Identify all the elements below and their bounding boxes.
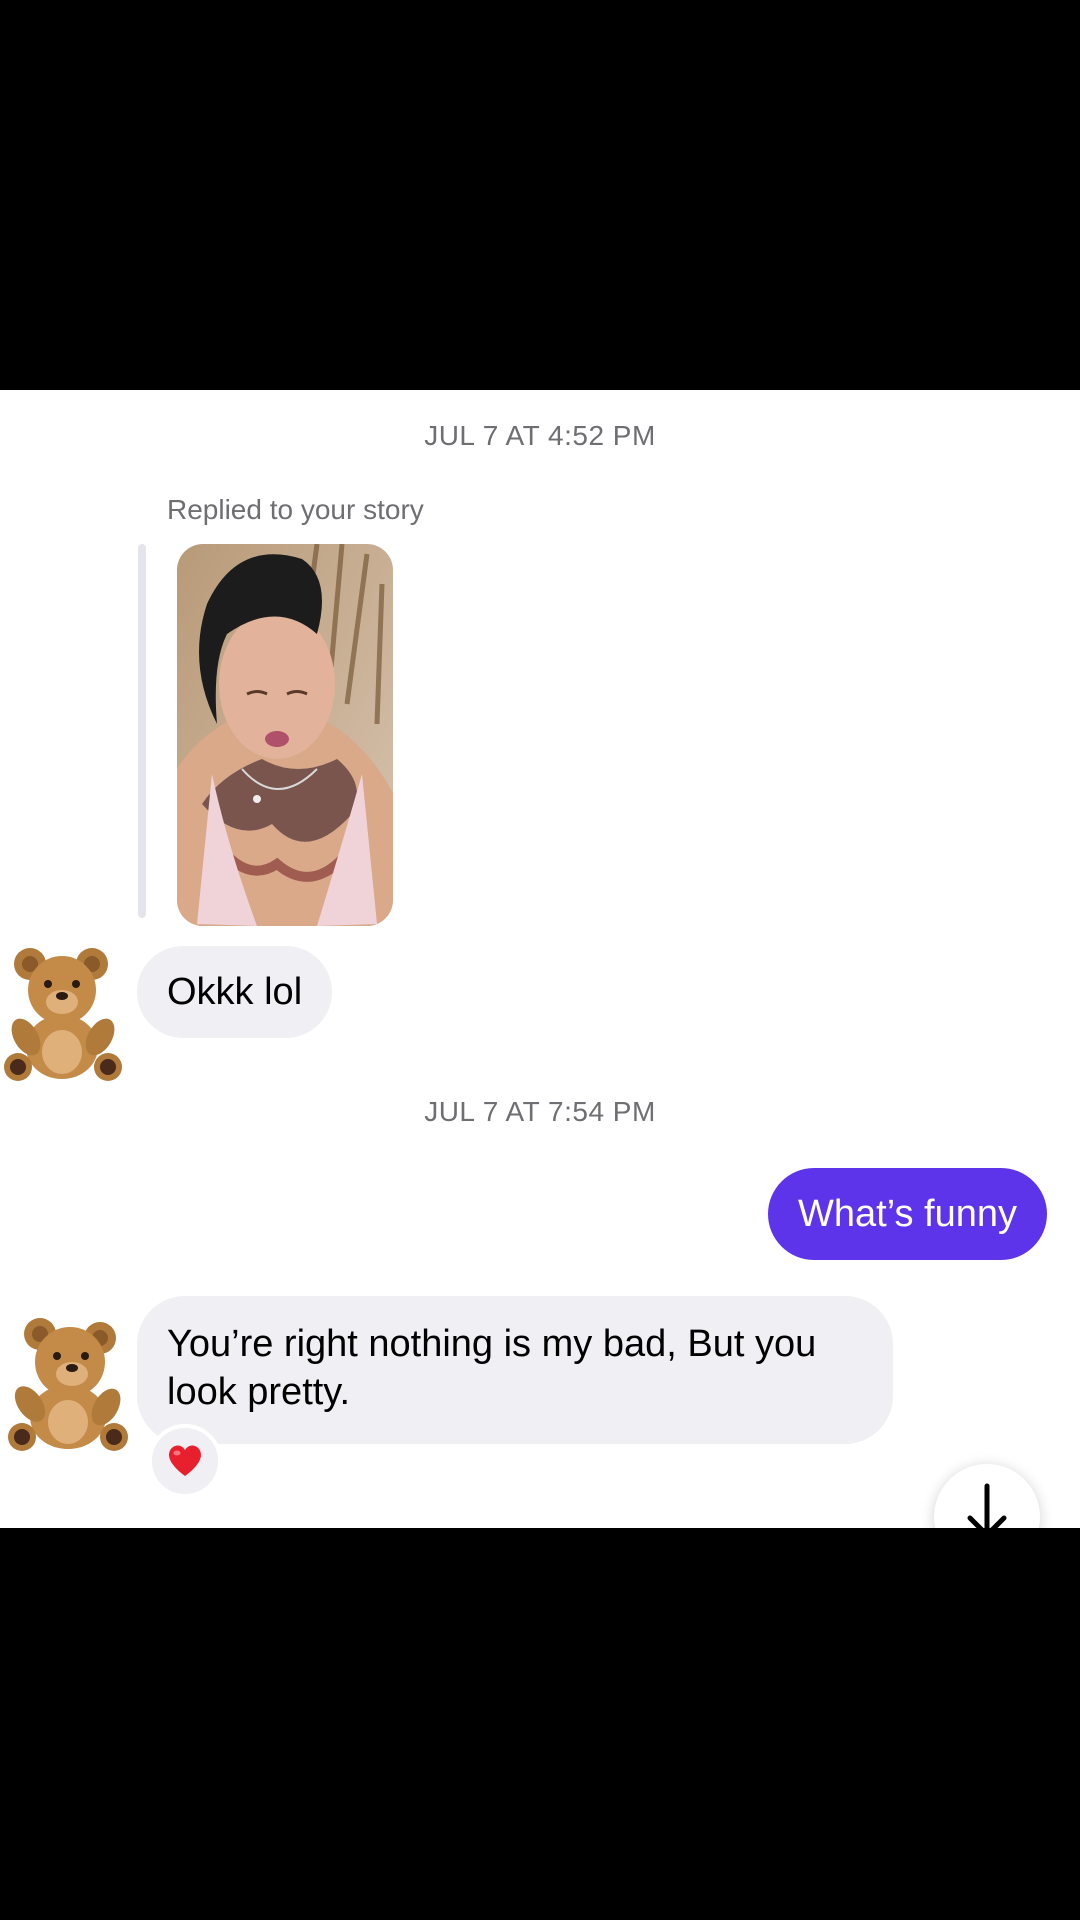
reply-indicator-line xyxy=(138,544,146,918)
story-reply-label: Replied to your story xyxy=(167,494,424,525)
heart-icon xyxy=(169,1445,201,1476)
incoming-message[interactable]: You’re right nothing is my bad, But you … xyxy=(137,1296,893,1444)
teddy-bear-icon[interactable] xyxy=(2,1312,132,1452)
reaction-badge[interactable] xyxy=(148,1424,222,1498)
chat-thread[interactable]: JUL 7 AT 4:52 PM Replied to your story O… xyxy=(0,390,1080,1528)
timestamp: JUL 7 AT 4:52 PM xyxy=(424,420,656,451)
timestamp: JUL 7 AT 7:54 PM xyxy=(424,1096,656,1127)
bottom-black-bar xyxy=(0,1528,1080,1920)
story-thumbnail[interactable] xyxy=(177,544,393,926)
scroll-to-bottom-button[interactable] xyxy=(934,1464,1040,1528)
outgoing-message[interactable]: What’s funny xyxy=(768,1168,1047,1260)
teddy-bear-icon[interactable] xyxy=(0,942,130,1082)
top-black-bar xyxy=(0,0,1080,390)
arrow-down-icon xyxy=(967,1483,1007,1528)
incoming-message[interactable]: Okkk lol xyxy=(137,946,333,1038)
